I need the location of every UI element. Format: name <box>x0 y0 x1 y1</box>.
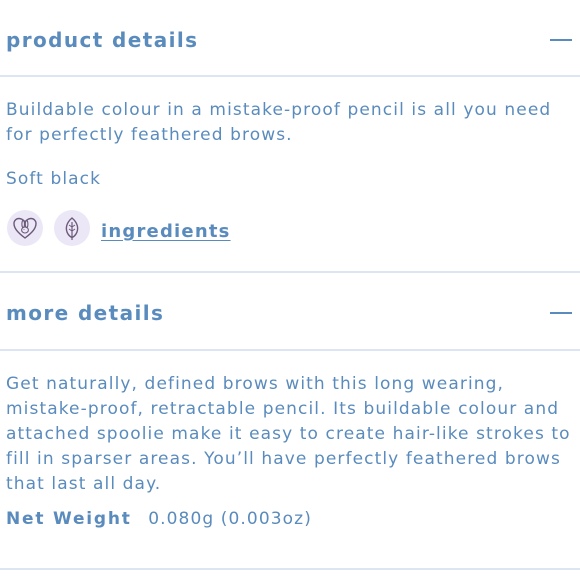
collapse-minus-icon[interactable] <box>550 312 572 314</box>
more-details-header[interactable]: more details <box>0 275 580 351</box>
net-weight-value: 0.080g (0.003oz) <box>148 509 312 529</box>
net-weight-label: Net Weight <box>6 509 132 529</box>
more-details-description: Get naturally, defined brows with this l… <box>6 374 571 494</box>
vegan-leaf-icon <box>65 217 79 240</box>
section-divider <box>0 271 580 273</box>
more-details-divider <box>0 349 580 351</box>
vegan-badge <box>54 210 90 246</box>
collapse-minus-icon[interactable] <box>550 39 572 41</box>
product-details-header[interactable]: product details <box>0 2 580 78</box>
net-weight-row: Net Weight 0.080g (0.003oz) <box>6 507 578 532</box>
bottom-divider <box>0 568 580 570</box>
cruelty-free-badge <box>7 210 43 246</box>
product-details-title: product details <box>6 28 199 52</box>
ingredients-link[interactable]: ingredients <box>101 221 231 242</box>
product-description: Buildable colour in a mistake-proof penc… <box>6 100 552 145</box>
product-details-divider <box>0 75 580 77</box>
more-details-title: more details <box>6 301 165 325</box>
shade-name: Soft black <box>6 169 102 189</box>
cruelty-free-bunny-heart-icon <box>13 217 37 239</box>
